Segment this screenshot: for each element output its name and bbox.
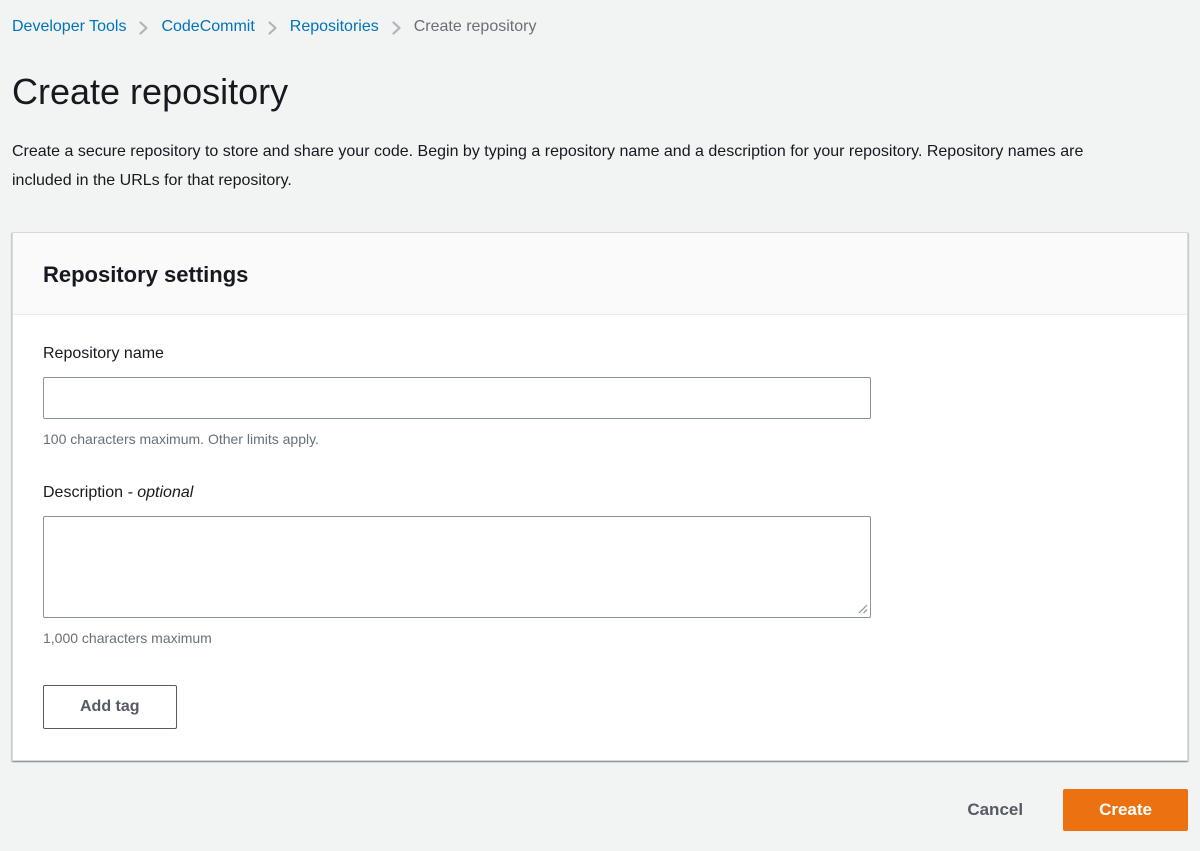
description-textarea[interactable]	[43, 516, 871, 618]
card-body: Repository name 100 characters maximum. …	[13, 315, 1187, 760]
breadcrumb: Developer Tools CodeCommit Repositories …	[12, 16, 1188, 38]
breadcrumb-link-repositories[interactable]: Repositories	[290, 16, 379, 38]
repository-name-input[interactable]	[43, 377, 871, 419]
description-label-text: Description	[43, 484, 124, 501]
create-button[interactable]: Create	[1063, 789, 1188, 831]
chevron-right-icon	[138, 20, 149, 36]
section-title: Repository settings	[43, 262, 249, 287]
description-helper: 1,000 characters maximum	[43, 630, 212, 646]
chevron-right-icon	[267, 20, 278, 36]
description-field: Description - optional 1,000 characters …	[43, 482, 1157, 647]
description-label: Description - optional	[43, 482, 1157, 504]
breadcrumb-current-page: Create repository	[413, 18, 537, 35]
description-label-optional: - optional	[127, 484, 194, 501]
cancel-button[interactable]: Cancel	[947, 792, 1043, 828]
chevron-right-icon	[391, 20, 402, 36]
page-container: Developer Tools CodeCommit Repositories …	[0, 0, 1200, 841]
repository-name-helper: 100 characters maximum. Other limits app…	[43, 431, 319, 447]
page-description: Create a secure repository to store and …	[12, 143, 1084, 189]
breadcrumb-link-developer-tools[interactable]: Developer Tools	[12, 16, 126, 38]
page-title: Create repository	[12, 71, 289, 112]
add-tag-button[interactable]: Add tag	[43, 685, 177, 729]
repository-name-label: Repository name	[43, 345, 164, 362]
repository-settings-card: Repository settings Repository name 100 …	[12, 232, 1188, 761]
card-header: Repository settings	[13, 233, 1187, 315]
repository-name-field: Repository name 100 characters maximum. …	[43, 343, 1157, 448]
footer-actions: Cancel Create	[12, 789, 1188, 831]
breadcrumb-link-codecommit[interactable]: CodeCommit	[161, 16, 254, 38]
